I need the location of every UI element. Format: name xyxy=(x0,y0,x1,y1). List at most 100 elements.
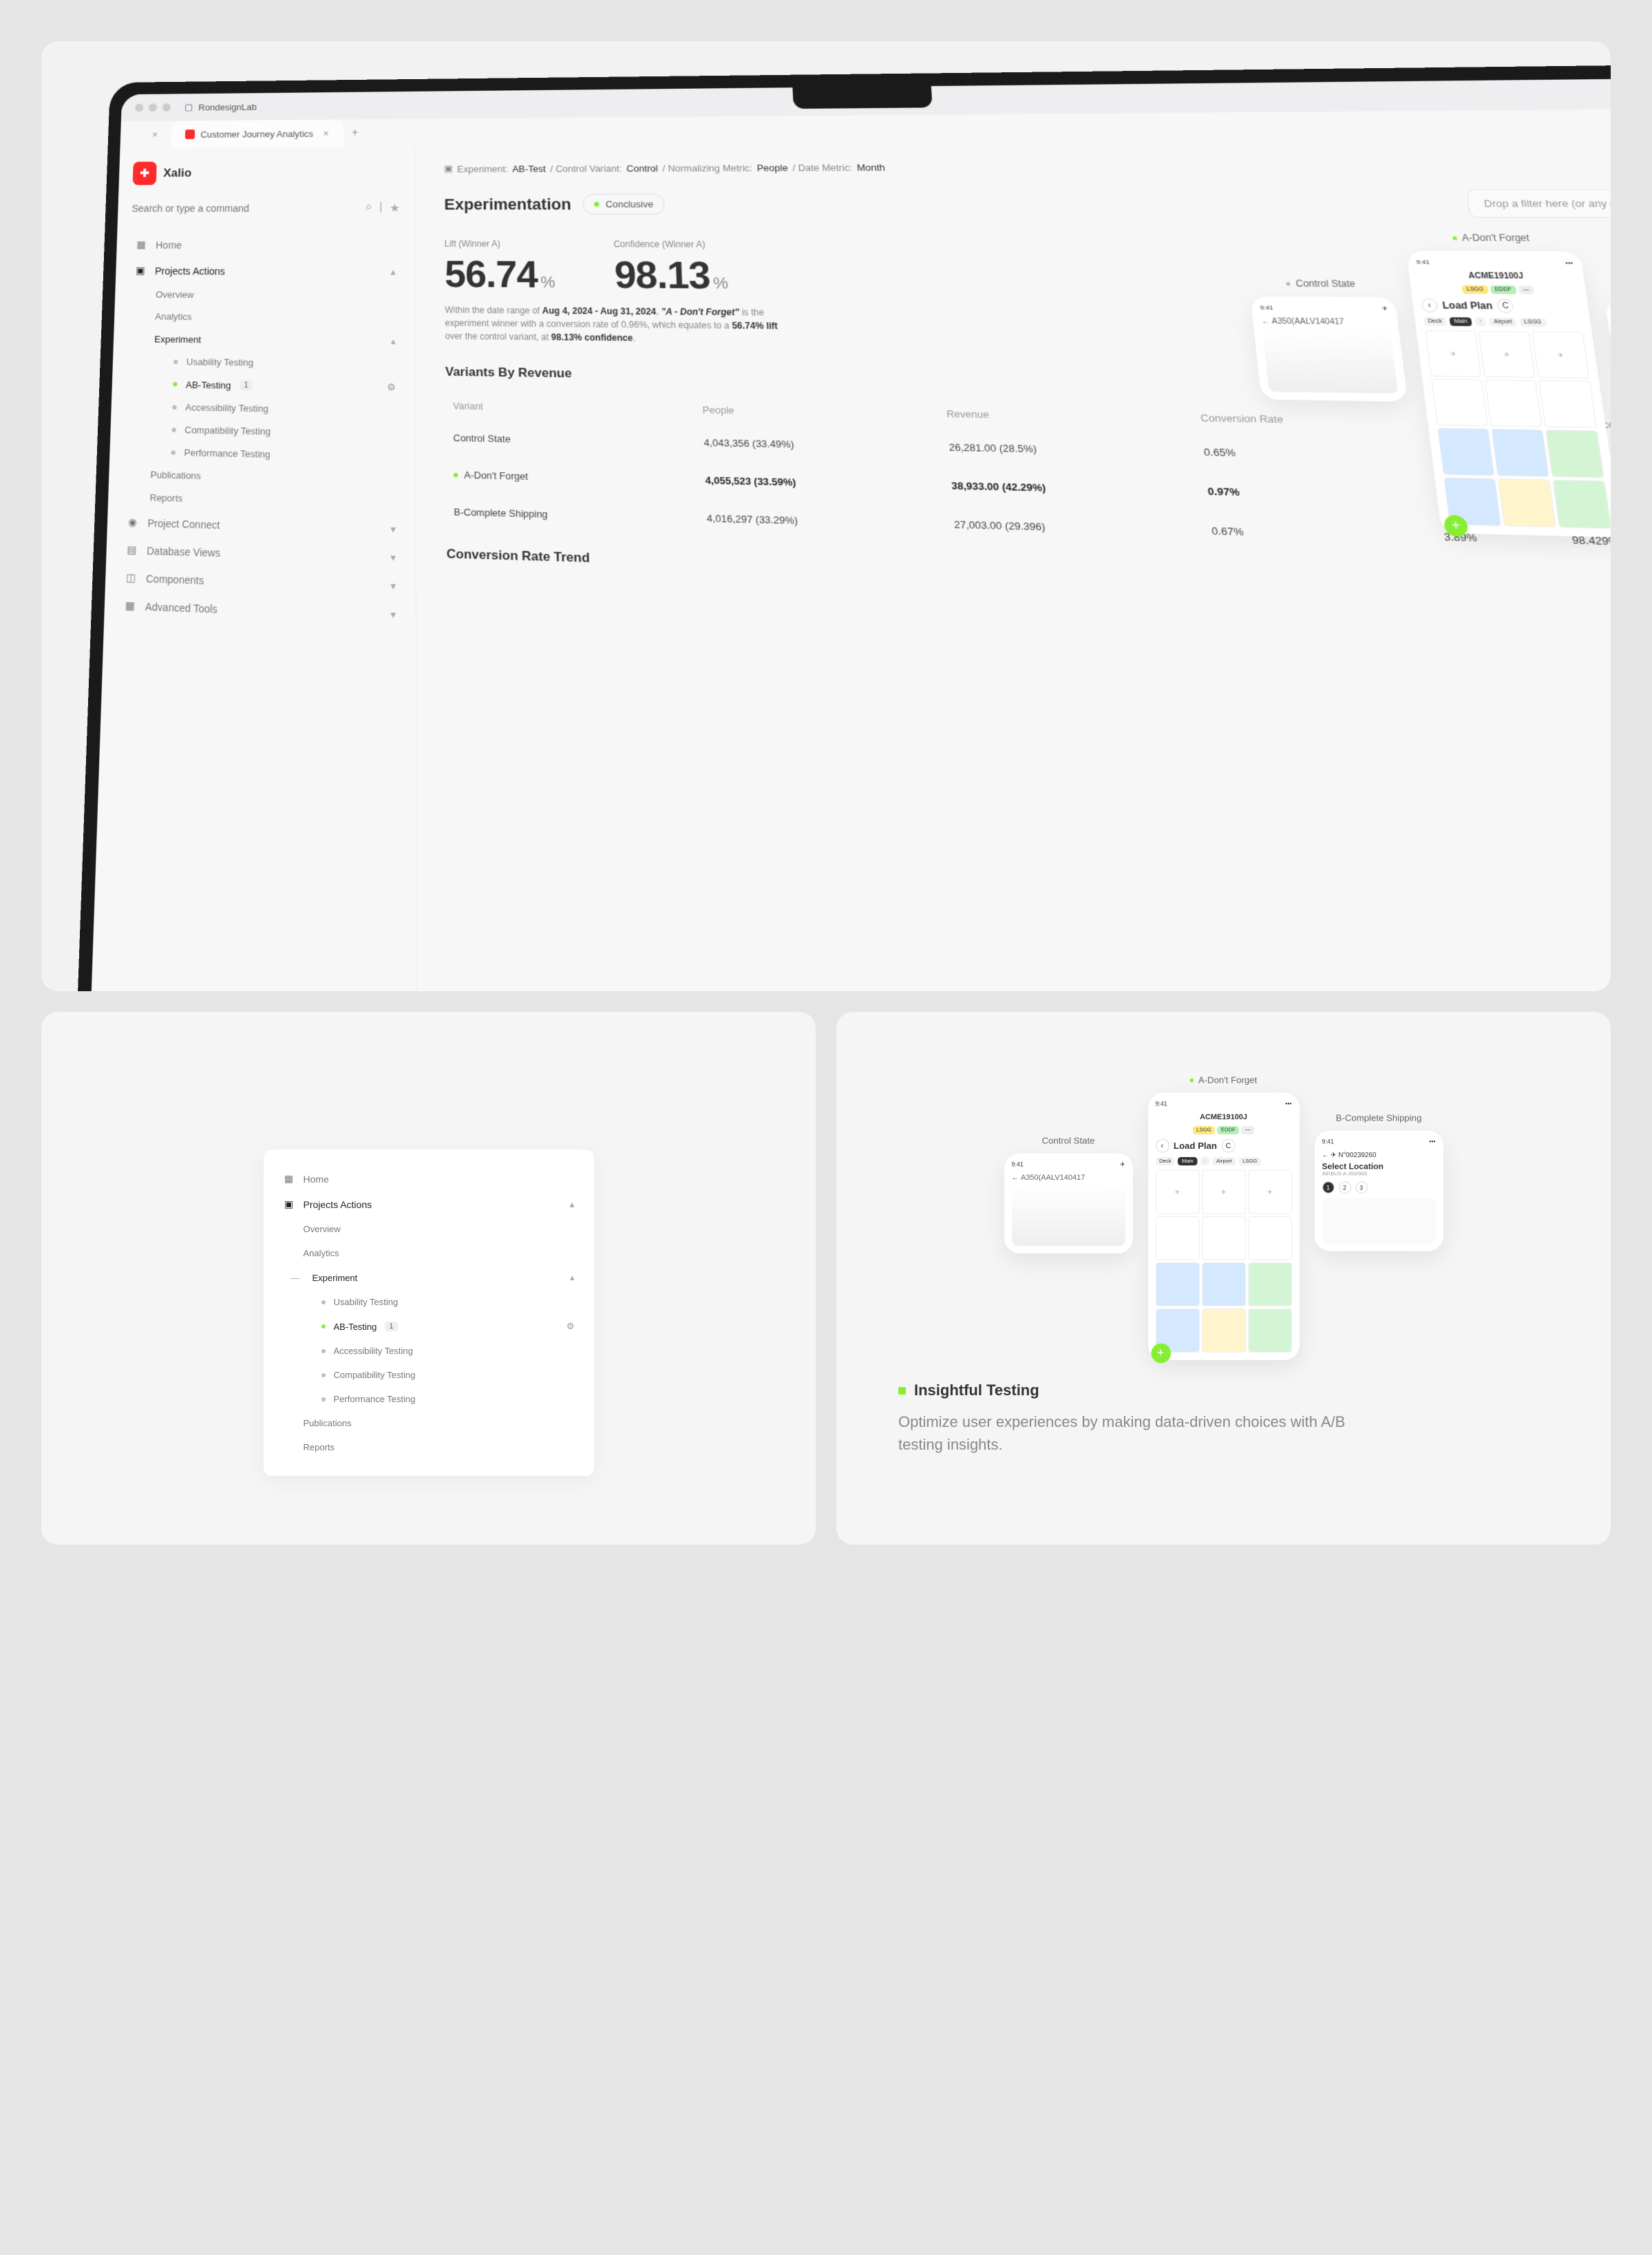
signal-icon: ••• xyxy=(1285,1101,1291,1108)
bc-label: / Normalizing Metric: xyxy=(662,162,752,173)
star-icon[interactable]: ★ xyxy=(390,201,400,215)
address-bar[interactable]: ▢ RondesignLab xyxy=(184,101,257,113)
sidebar-item-usability[interactable]: Usability Testing xyxy=(169,350,401,376)
nav-label: Database Views xyxy=(147,544,220,559)
close-icon[interactable]: × xyxy=(152,129,158,140)
tab-label: Customer Journey Analytics xyxy=(200,128,313,139)
address-text: RondesignLab xyxy=(198,102,257,113)
compass-icon: ◉ xyxy=(126,516,139,529)
accent-square-icon xyxy=(898,1387,906,1395)
dot-icon xyxy=(171,450,176,455)
nav-label: Publications xyxy=(304,1418,352,1428)
bc-label: / Control Variant: xyxy=(550,163,622,174)
card-sidebar-demo: ▦ Home ▣ Projects Actions ▴ Overview Ana… xyxy=(41,1012,816,1545)
nav-label: Reports xyxy=(149,492,182,504)
nav-label: AB-Testing xyxy=(186,379,231,391)
nav-label: Usability Testing xyxy=(187,357,254,368)
chevron-up-icon[interactable]: ▴ xyxy=(391,335,396,347)
sidebar-item-projects-actions[interactable]: ▣ Projects Actions ▴ xyxy=(129,257,400,285)
chevron-down-icon[interactable]: ▾ xyxy=(390,522,396,536)
traffic-close[interactable] xyxy=(135,104,143,112)
gear-icon[interactable]: ⚙ xyxy=(566,1321,575,1332)
nav-label: Accessibility Testing xyxy=(334,1346,413,1356)
preview-label-control: Control State xyxy=(1041,1135,1094,1145)
chevron-up-icon[interactable]: ▴ xyxy=(569,1198,574,1210)
sidebar-item-overview[interactable]: Overview xyxy=(151,284,401,308)
traffic-max[interactable] xyxy=(162,103,171,112)
sidebar-item-analytics[interactable]: Analytics xyxy=(151,306,400,330)
tab-icon xyxy=(185,129,195,139)
th[interactable]: Revenue xyxy=(939,400,1193,432)
sidebar-item-performance[interactable]: Performance Testing xyxy=(319,1387,578,1411)
app-tab-active[interactable]: Customer Journey Analytics × xyxy=(171,120,343,148)
sidebar-item-home[interactable]: ▦ Home xyxy=(130,232,400,259)
sidebar-item-abtesting[interactable]: AB-Testing1⚙ xyxy=(169,372,401,399)
dot-icon xyxy=(321,1300,326,1304)
search-icon[interactable]: ⌕ xyxy=(366,201,372,215)
th[interactable]: Conversion Rate xyxy=(1192,404,1422,436)
search-input[interactable] xyxy=(131,202,358,213)
sidebar-item-abtesting[interactable]: AB-Testing1⚙ xyxy=(319,1314,578,1339)
new-tab-button[interactable]: + xyxy=(343,121,367,145)
feature-title: Insightful Testing xyxy=(898,1381,1549,1399)
app-tab-inactive[interactable]: × xyxy=(134,121,171,149)
sidebar-item-overview[interactable]: Overview xyxy=(301,1217,578,1241)
traffic-min[interactable] xyxy=(149,103,157,112)
grid-icon: ▦ xyxy=(283,1173,295,1185)
sidebar-item-home[interactable]: ▦ Home xyxy=(280,1166,578,1192)
nav-label: Components xyxy=(146,572,204,586)
page-title: Experimentation xyxy=(444,195,571,213)
chevron-down-icon[interactable]: ▾ xyxy=(390,580,396,593)
feature-description: Optimize user experiences by making data… xyxy=(898,1410,1380,1456)
phone-variant-a: 9:41••• ACME19100J LSGGEDDF— ‹Load PlanC… xyxy=(1148,1093,1300,1360)
bc-value[interactable]: Control xyxy=(626,162,658,173)
th[interactable]: Confidence xyxy=(1547,410,1611,441)
bc-value[interactable]: AB-Test xyxy=(512,163,546,174)
th[interactable]: People xyxy=(696,396,940,427)
sidebar-demo: ▦ Home ▣ Projects Actions ▴ Overview Ana… xyxy=(264,1150,594,1476)
sidebar-item-analytics[interactable]: Analytics xyxy=(301,1241,578,1265)
metric-lift: Lift (Winner A) 56.74% xyxy=(445,239,555,297)
grid-icon: ▦ xyxy=(135,239,148,251)
phone-control: 9:41✈ ← A350(AALV140417 xyxy=(1004,1154,1133,1253)
nav-label: Projects Actions xyxy=(304,1199,372,1210)
metrics-row: Lift (Winner A) 56.74% Confidence (Winne… xyxy=(445,239,1611,305)
chevron-down-icon[interactable]: ▾ xyxy=(390,551,396,564)
nav-label: Analytics xyxy=(155,311,192,322)
status-chip[interactable]: Conclusive xyxy=(583,193,665,214)
th[interactable]: Lift xyxy=(1421,407,1549,438)
signal-icon: ✈ xyxy=(1381,305,1388,312)
nav-label: Accessibility Testing xyxy=(185,402,268,414)
sidebar-nav: ▦ Home ▣ Projects Actions ▴ Overview Ana… xyxy=(118,232,400,630)
chevron-up-icon[interactable]: ▴ xyxy=(390,266,395,278)
nav-label: Advanced Tools xyxy=(145,600,218,615)
chevron-up-icon[interactable]: ▴ xyxy=(570,1272,575,1283)
divider: | xyxy=(379,201,382,215)
chevron-down-icon[interactable]: ▾ xyxy=(390,608,396,621)
nav-label: Project Connect xyxy=(147,517,220,531)
experimentation-header: Experimentation Conclusive Drop a filter… xyxy=(444,189,1611,218)
badge: 1 xyxy=(385,1322,397,1331)
sidebar-item-reports[interactable]: Reports xyxy=(301,1435,578,1459)
logo[interactable]: ✚ Xalio xyxy=(133,160,400,184)
sidebar-item-usability[interactable]: Usability Testing xyxy=(319,1290,578,1314)
sidebar-item-accessibility[interactable]: Accessibility Testing xyxy=(319,1339,578,1363)
bc-value[interactable]: People xyxy=(756,162,788,173)
sidebar-item-compatibility[interactable]: Compatibility Testing xyxy=(319,1363,578,1387)
bc-value[interactable]: Month xyxy=(856,162,885,173)
nav-label: Compatibility Testing xyxy=(334,1370,416,1380)
nav-label: Performance Testing xyxy=(184,447,271,460)
close-icon[interactable]: × xyxy=(323,128,329,139)
preview-label-a: A-Don't Forget xyxy=(1190,1074,1258,1085)
sidebar-item-experiment[interactable]: —Experiment▴ xyxy=(301,1265,578,1290)
gear-icon[interactable]: ⚙ xyxy=(387,381,396,393)
sidebar-item-projects-actions[interactable]: ▣ Projects Actions ▴ xyxy=(280,1192,578,1217)
sidebar-item-experiment[interactable]: Experiment▴ xyxy=(150,328,401,353)
nav-label: Overview xyxy=(304,1224,341,1234)
sidebar-item-publications[interactable]: Publications xyxy=(301,1411,578,1435)
folder-icon: ▣ xyxy=(134,264,147,276)
th[interactable]: Variant xyxy=(447,393,695,423)
dot-icon xyxy=(173,382,177,386)
filter-dropzone[interactable]: Drop a filter here (or any component) xyxy=(1466,189,1611,218)
dot-icon xyxy=(321,1397,326,1401)
